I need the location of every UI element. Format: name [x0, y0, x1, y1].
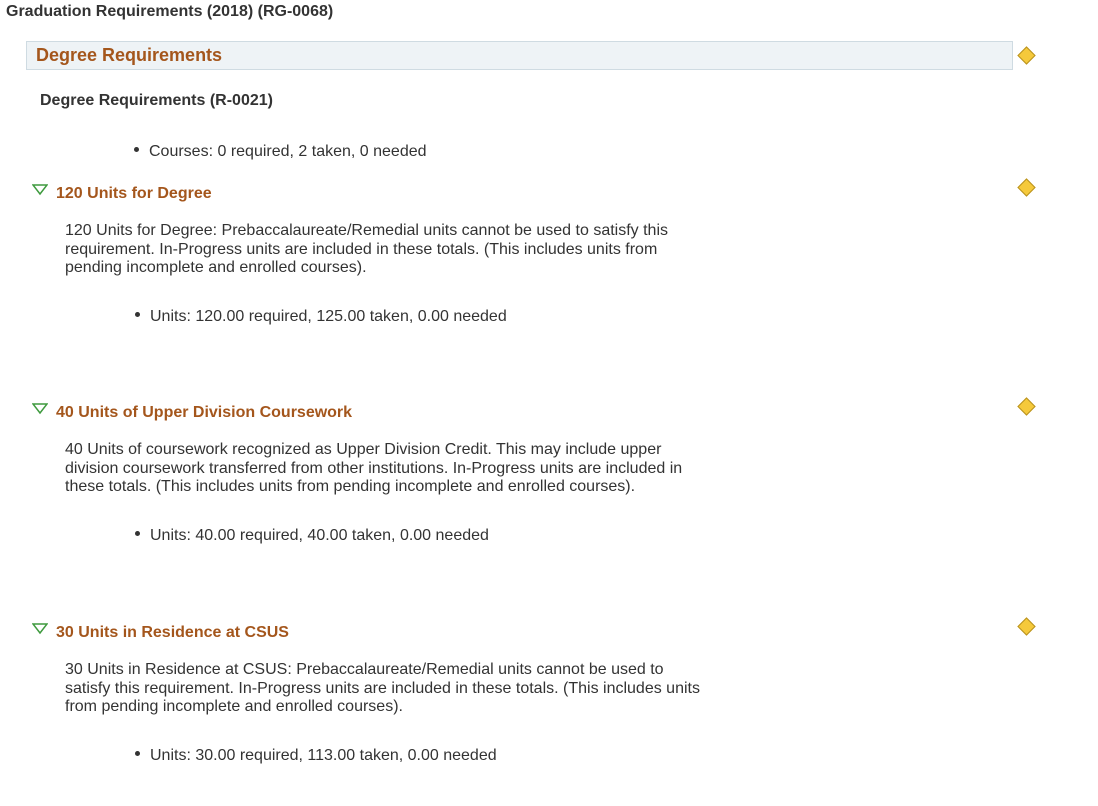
section-description: 40 Units of coursework recognized as Upp…: [65, 441, 683, 495]
bullet-icon: [134, 147, 139, 153]
bullet-icon: [135, 312, 140, 318]
status-diamond-icon: [1017, 46, 1036, 65]
units-summary-text: Units: 30.00 required, 113.00 taken, 0.0…: [150, 747, 497, 764]
section-title-30-units-residence[interactable]: 30 Units in Residence at CSUS: [56, 624, 289, 642]
triangle-down-icon[interactable]: [32, 184, 48, 196]
units-summary: Units: 120.00 required, 125.00 taken, 0.…: [135, 308, 507, 326]
page-title: Graduation Requirements (2018) (RG-0068): [6, 3, 334, 20]
bullet-icon: [135, 531, 140, 537]
status-diamond-icon: [1017, 617, 1036, 636]
section-description: 30 Units in Residence at CSUS: Prebaccal…: [65, 661, 700, 715]
group-header: Degree Requirements: [26, 41, 1013, 70]
requirement-title: Degree Requirements (R-0021): [40, 92, 273, 109]
section-description: 120 Units for Degree: Prebaccalaureate/R…: [65, 222, 668, 276]
units-summary-text: Units: 40.00 required, 40.00 taken, 0.00…: [150, 527, 489, 544]
units-summary-text: Units: 120.00 required, 125.00 taken, 0.…: [150, 308, 507, 325]
triangle-down-icon[interactable]: [32, 403, 48, 415]
courses-summary-text: Courses: 0 required, 2 taken, 0 needed: [149, 143, 427, 160]
units-summary: Units: 30.00 required, 113.00 taken, 0.0…: [135, 747, 497, 765]
status-diamond-icon: [1017, 397, 1036, 416]
section-title-120-units[interactable]: 120 Units for Degree: [56, 185, 212, 203]
status-diamond-icon: [1017, 178, 1036, 197]
units-summary: Units: 40.00 required, 40.00 taken, 0.00…: [135, 527, 489, 545]
courses-summary: Courses: 0 required, 2 taken, 0 needed: [134, 143, 427, 161]
triangle-down-icon[interactable]: [32, 623, 48, 635]
bullet-icon: [135, 751, 140, 757]
section-title-40-units-upper-division[interactable]: 40 Units of Upper Division Coursework: [56, 404, 352, 422]
group-header-title: Degree Requirements: [36, 45, 223, 65]
